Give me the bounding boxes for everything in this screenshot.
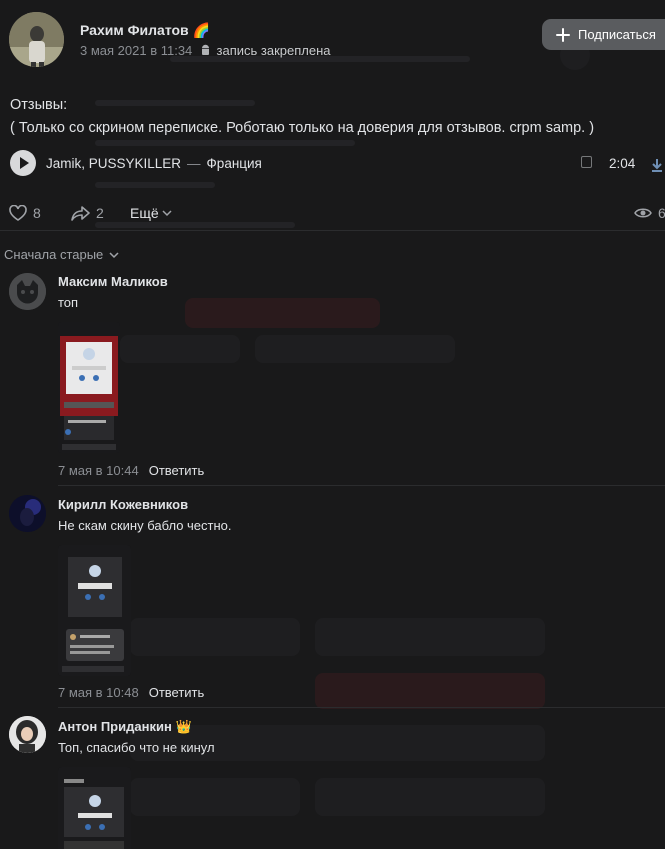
lyrics-icon[interactable] — [581, 156, 592, 168]
reply-button[interactable]: Ответить — [149, 685, 205, 700]
post-header: Рахим Филатов 🌈 3 мая 2021 в 11:34 запис… — [0, 0, 665, 80]
views-counter: 6 — [634, 205, 665, 221]
share-icon — [71, 206, 90, 221]
post-text: Отзывы: ( Только со скрином переписке. Р… — [10, 94, 594, 140]
heart-icon — [9, 205, 27, 221]
share-button[interactable]: 2 — [71, 205, 104, 221]
more-button[interactable]: Ещё — [130, 205, 172, 221]
comment-author-label[interactable]: Антон Приданкин — [58, 719, 172, 734]
comment-author[interactable]: Максим Маликов — [58, 274, 168, 289]
comment-author[interactable]: Антон Приданкин 👑 — [58, 719, 192, 735]
rainbow-badge-icon: 🌈 — [192, 22, 210, 38]
more-label: Ещё — [130, 205, 159, 221]
chevron-down-icon — [162, 210, 172, 217]
post-actions-bar: 8 2 Ещё 6 — [0, 198, 665, 230]
post-author-label[interactable]: Рахим Филатов — [80, 22, 189, 38]
download-icon[interactable] — [651, 158, 663, 175]
views-count: 6 — [658, 205, 665, 221]
comment-date[interactable]: 7 мая в 10:44 — [58, 463, 139, 478]
comment-screenshot-thumbnail[interactable] — [58, 545, 131, 676]
commenter-avatar[interactable] — [9, 495, 46, 532]
post-author-avatar[interactable] — [9, 12, 64, 67]
eye-icon — [634, 208, 652, 218]
comment-author[interactable]: Кирилл Кожевников — [58, 497, 188, 512]
comment-date[interactable]: 7 мая в 10:48 — [58, 685, 139, 700]
audio-duration: 2:04 — [609, 156, 636, 171]
pinned-label: запись закреплена — [216, 43, 331, 58]
post-meta: 3 мая 2021 в 11:34 запись закреплена — [80, 43, 331, 58]
comment-screenshot-thumbnail[interactable] — [58, 767, 131, 849]
comment-text: топ — [58, 295, 79, 310]
audio-attachment: Jamik, PUSSYKILLER — Франция 2:04 — [10, 150, 665, 178]
divider — [58, 707, 665, 708]
subscribe-button[interactable]: Подписаться — [542, 19, 665, 50]
divider — [58, 485, 665, 486]
crown-badge-icon: 👑 — [175, 719, 192, 734]
comment-meta: 7 мая в 10:44 Ответить — [58, 463, 204, 478]
play-icon[interactable] — [10, 150, 36, 176]
subscribe-button-label: Подписаться — [578, 27, 656, 42]
comment-sort-dropdown[interactable]: Сначала старые — [4, 247, 119, 262]
commenter-avatar[interactable] — [9, 273, 46, 310]
comment-text: Не скам скину бабло честно. — [58, 518, 232, 533]
comment-screenshot-thumbnail[interactable] — [58, 322, 120, 453]
post-text-line: ( Только со скрином переписке. Роботаю т… — [10, 120, 595, 136]
audio-artist: Jamik, PUSSYKILLER — [46, 156, 182, 171]
android-icon — [201, 44, 209, 55]
commenter-avatar[interactable] — [9, 716, 46, 753]
chevron-down-icon — [109, 252, 119, 259]
share-count: 2 — [96, 205, 104, 221]
audio-track-name: Франция — [206, 156, 262, 171]
comment-meta: 7 мая в 10:48 Ответить — [58, 685, 204, 700]
audio-separator: — — [187, 156, 201, 171]
reply-button[interactable]: Ответить — [149, 463, 205, 478]
sort-label: Сначала старые — [4, 247, 104, 262]
like-button[interactable]: 8 — [9, 205, 41, 221]
divider — [0, 230, 665, 231]
post-text-line: Отзывы: — [10, 97, 68, 113]
post-author-name[interactable]: Рахим Филатов 🌈 — [80, 22, 210, 39]
like-count: 8 — [33, 205, 41, 221]
audio-title[interactable]: Jamik, PUSSYKILLER — Франция — [46, 156, 262, 171]
post-date[interactable]: 3 мая 2021 в 11:34 — [80, 43, 192, 58]
comment-text: Топ, спасибо что не кинул — [58, 740, 215, 755]
plus-icon — [556, 27, 570, 42]
